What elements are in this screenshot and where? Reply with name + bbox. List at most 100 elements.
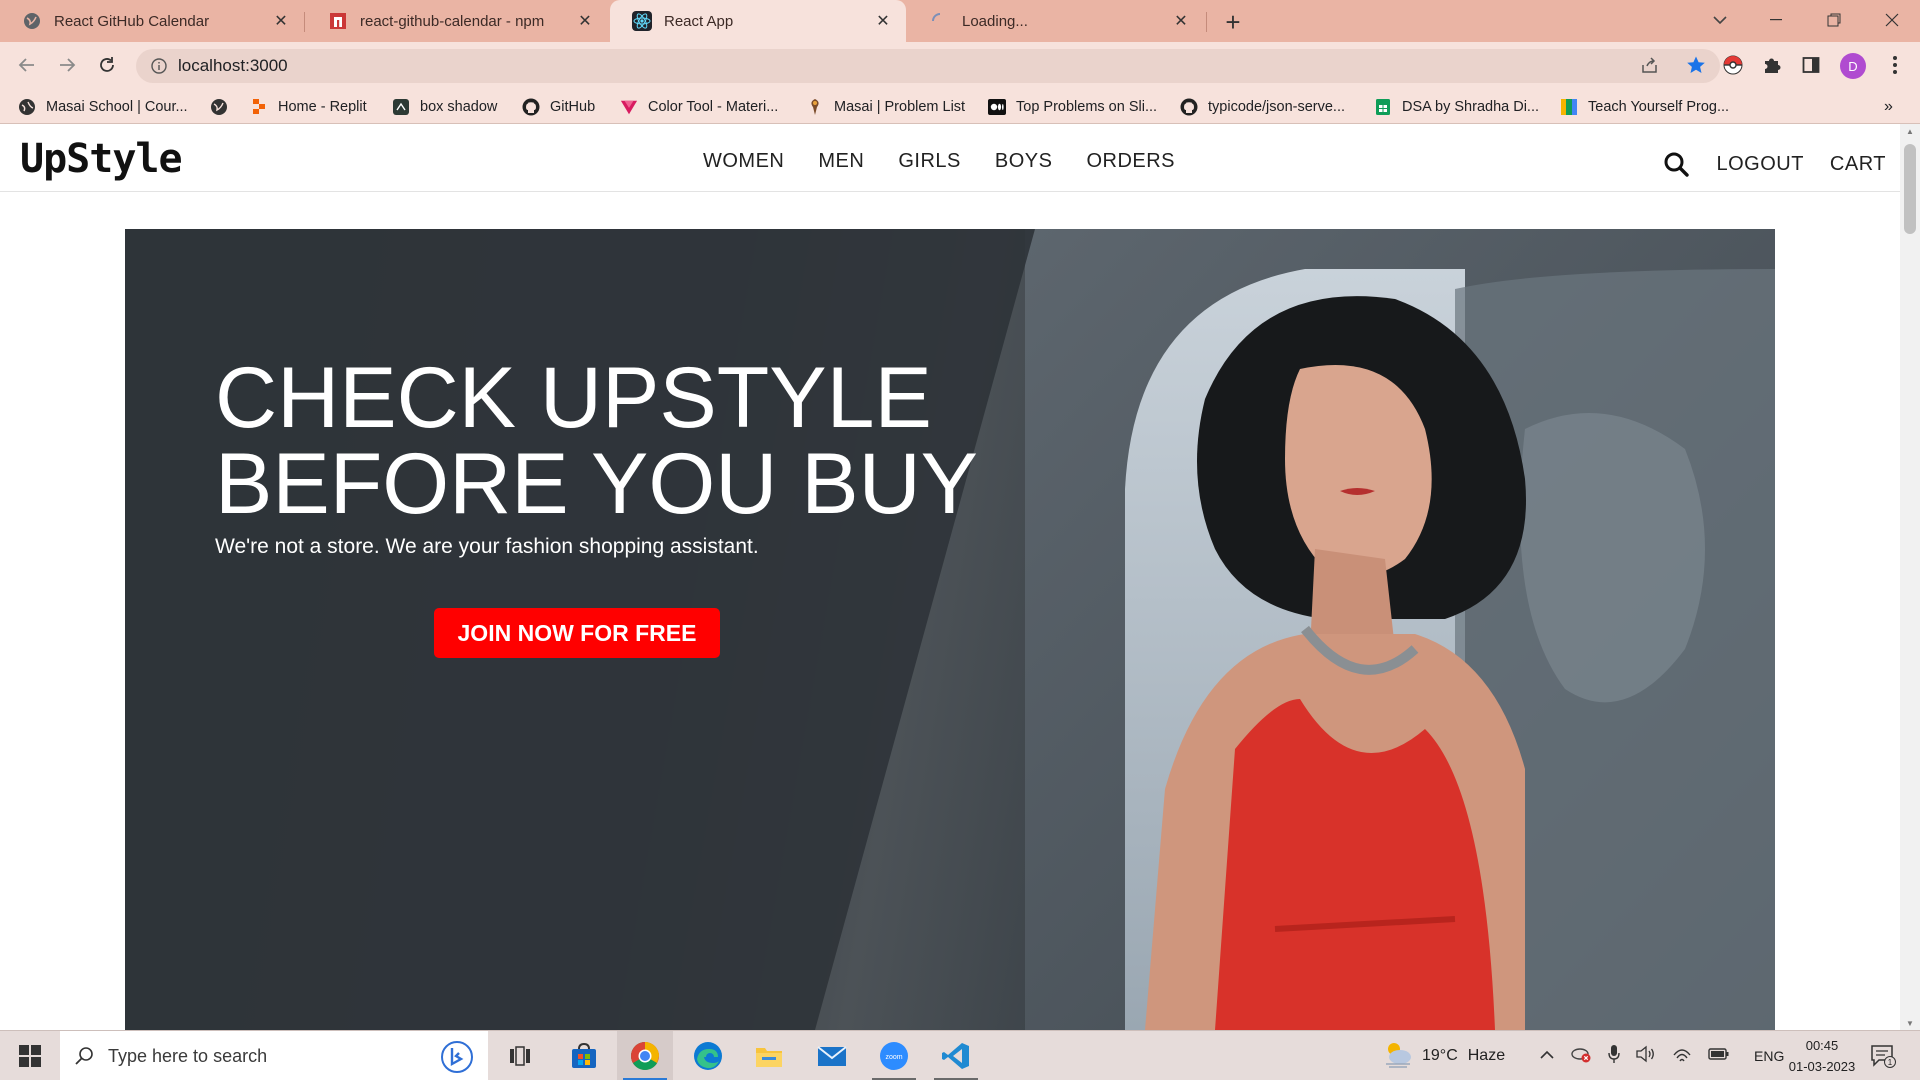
file-explorer-icon[interactable] bbox=[741, 1031, 797, 1080]
tab-react-github-calendar-npm[interactable]: react-github-calendar - npm ✕ bbox=[306, 0, 608, 42]
browser-toolbar: localhost:3000 bbox=[0, 42, 1920, 88]
npm-icon bbox=[328, 11, 348, 31]
join-now-button[interactable]: JOIN NOW FOR FREE bbox=[434, 608, 720, 658]
tab-title: react-github-calendar - npm bbox=[360, 12, 545, 30]
pokeball-extension-icon[interactable] bbox=[1720, 52, 1746, 78]
weather-temp: 19°C bbox=[1422, 1047, 1458, 1064]
masai-icon bbox=[18, 98, 36, 116]
nav-orders[interactable]: ORDERS bbox=[1086, 150, 1175, 173]
side-panel-icon[interactable] bbox=[1798, 52, 1824, 78]
nav-girls[interactable]: GIRLS bbox=[898, 150, 961, 173]
bookmark-masai-school[interactable]: Masai School | Cour... bbox=[18, 96, 188, 118]
tab-search-icon[interactable] bbox=[1696, 0, 1744, 40]
site-info-icon[interactable] bbox=[142, 58, 176, 74]
bookmark-teach-yourself[interactable]: Teach Yourself Prog... bbox=[1560, 96, 1729, 118]
windows-start-icon[interactable] bbox=[0, 1031, 60, 1080]
hero-headline: CHECK UPSTYLE BEFORE YOU BUY bbox=[215, 355, 1115, 527]
taskbar-search-box[interactable]: Type here to search bbox=[60, 1031, 488, 1080]
chrome-icon[interactable] bbox=[617, 1031, 673, 1080]
system-tray: ENG bbox=[1540, 1031, 1784, 1080]
bookmark-globe[interactable] bbox=[210, 96, 238, 118]
hero-banner: CHECK UPSTYLE BEFORE YOU BUY We're not a… bbox=[125, 229, 1775, 1030]
notification-center-icon[interactable]: 1 bbox=[1868, 1041, 1898, 1071]
search-icon bbox=[60, 1046, 108, 1066]
nav-boys[interactable]: BOYS bbox=[995, 150, 1053, 173]
weather-condition: Haze bbox=[1467, 1047, 1506, 1064]
nav-men[interactable]: MEN bbox=[818, 150, 864, 173]
bookmark-dsa-shradha[interactable]: DSA by Shradha Di... bbox=[1374, 96, 1539, 118]
reload-icon[interactable] bbox=[92, 50, 122, 80]
tab-loading[interactable]: Loading... ✕ bbox=[908, 0, 1204, 42]
scroll-up-arrow-icon[interactable]: ▲ bbox=[1900, 124, 1920, 138]
chrome-menu-icon[interactable] bbox=[1882, 52, 1908, 78]
address-url: localhost:3000 bbox=[178, 56, 288, 75]
close-window-button[interactable] bbox=[1868, 0, 1916, 40]
bookmark-replit[interactable]: Home - Replit bbox=[250, 96, 367, 118]
address-bar[interactable]: localhost:3000 bbox=[136, 49, 1720, 83]
store-icon[interactable] bbox=[556, 1031, 612, 1080]
scroll-down-arrow-icon[interactable]: ▼ bbox=[1900, 1016, 1920, 1030]
logout-link[interactable]: LOGOUT bbox=[1716, 153, 1803, 176]
bing-icon[interactable] bbox=[440, 1040, 474, 1074]
tab-react-app[interactable]: React App ✕ bbox=[610, 0, 906, 42]
browser-tab-strip: React GitHub Calendar ✕ react-github-cal… bbox=[0, 0, 1920, 42]
bookmark-color-tool[interactable]: Color Tool - Materi... bbox=[620, 96, 778, 118]
bookmark-box-shadow[interactable]: box shadow bbox=[392, 96, 497, 118]
restore-button[interactable] bbox=[1810, 0, 1858, 40]
wifi-icon[interactable] bbox=[1672, 1045, 1692, 1068]
github-icon bbox=[1180, 98, 1198, 116]
volume-icon[interactable] bbox=[1636, 1045, 1656, 1068]
svg-text:zoom: zoom bbox=[885, 1054, 902, 1061]
bookmark-masai-problem-list[interactable]: Masai | Problem List bbox=[806, 96, 965, 118]
main-menu: WOMEN MEN GIRLS BOYS ORDERS bbox=[703, 150, 1175, 173]
bookmark-json-server[interactable]: typicode/json-serve... bbox=[1180, 96, 1345, 118]
tab-title: React App bbox=[664, 12, 734, 30]
react-icon bbox=[632, 11, 652, 31]
windows-taskbar: Type here to search zoom 19°C Haze ENG 0… bbox=[0, 1030, 1920, 1080]
microphone-icon[interactable] bbox=[1608, 1044, 1620, 1069]
language-indicator[interactable]: ENG bbox=[1754, 1048, 1784, 1064]
share-icon[interactable] bbox=[1640, 55, 1660, 80]
hero-subtitle: We're not a store. We are your fashion s… bbox=[215, 535, 759, 558]
chevron-up-icon[interactable] bbox=[1540, 1047, 1554, 1065]
hero-headline-line-1: CHECK UPSTYLE bbox=[215, 350, 932, 446]
site-logo[interactable]: UpStyle bbox=[20, 136, 183, 182]
weather-widget[interactable]: 19°C Haze bbox=[1382, 1031, 1505, 1080]
tab-react-github-calendar[interactable]: React GitHub Calendar ✕ bbox=[0, 0, 304, 42]
loading-spinner-icon bbox=[930, 11, 950, 31]
scrollbar-thumb[interactable] bbox=[1904, 144, 1916, 234]
nav-women[interactable]: WOMEN bbox=[703, 150, 784, 173]
edge-icon[interactable] bbox=[680, 1031, 736, 1080]
mail-icon[interactable] bbox=[804, 1031, 860, 1080]
site-header: UpStyle WOMEN MEN GIRLS BOYS ORDERS LOGO… bbox=[0, 124, 1900, 192]
profile-avatar[interactable]: D bbox=[1840, 53, 1866, 79]
back-arrow-icon[interactable] bbox=[12, 50, 42, 80]
bookmarks-overflow-icon[interactable]: » bbox=[1884, 96, 1893, 118]
vscode-icon[interactable] bbox=[928, 1031, 984, 1080]
task-view-icon[interactable] bbox=[492, 1031, 548, 1080]
bookmark-top-problems[interactable]: Top Problems on Sli... bbox=[988, 96, 1157, 118]
bookmark-github[interactable]: GitHub bbox=[522, 96, 595, 118]
battery-icon[interactable] bbox=[1708, 1047, 1730, 1066]
tab-divider bbox=[304, 12, 305, 32]
close-tab-icon[interactable]: ✕ bbox=[272, 12, 290, 30]
weather-haze-icon bbox=[1382, 1039, 1414, 1074]
close-tab-icon[interactable]: ✕ bbox=[576, 12, 594, 30]
onedrive-error-icon[interactable] bbox=[1570, 1045, 1592, 1068]
extensions-puzzle-icon[interactable] bbox=[1759, 52, 1785, 78]
account-actions: LOGOUT CART bbox=[1662, 150, 1886, 178]
page-scrollbar[interactable]: ▲ ▼ bbox=[1900, 124, 1920, 1030]
cart-link[interactable]: CART bbox=[1830, 153, 1886, 176]
forward-arrow-icon[interactable] bbox=[52, 50, 82, 80]
zoom-icon[interactable]: zoom bbox=[866, 1031, 922, 1080]
minimize-button[interactable] bbox=[1752, 0, 1800, 40]
bookmark-star-icon[interactable] bbox=[1686, 55, 1706, 80]
replit-icon bbox=[250, 98, 268, 116]
new-tab-button[interactable]: + bbox=[1218, 7, 1248, 37]
close-tab-icon[interactable]: ✕ bbox=[874, 12, 892, 30]
tab-title: React GitHub Calendar bbox=[54, 12, 210, 30]
masai-problem-icon bbox=[806, 98, 824, 116]
search-icon[interactable] bbox=[1662, 150, 1690, 178]
taskbar-clock[interactable]: 00:45 01-03-2023 bbox=[1784, 1035, 1860, 1077]
close-tab-icon[interactable]: ✕ bbox=[1172, 12, 1190, 30]
